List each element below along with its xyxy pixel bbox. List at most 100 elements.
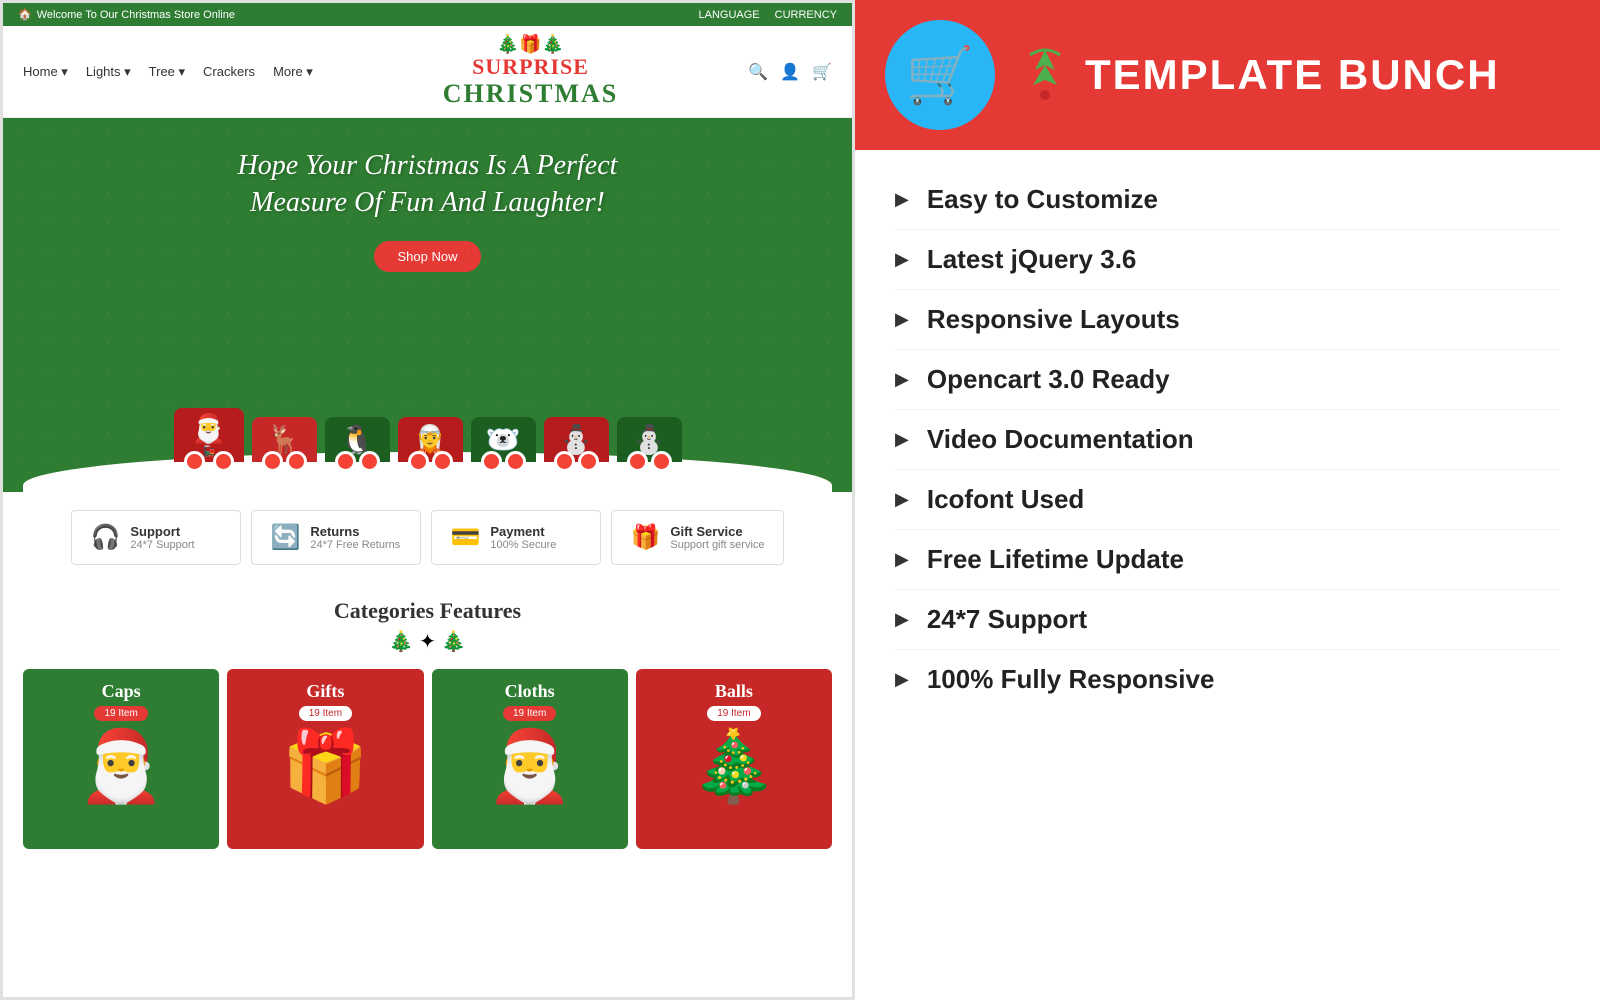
cat-caps-title: Caps — [102, 681, 141, 702]
cat-caps-count: 19 Item — [94, 706, 147, 721]
service-gift-title: Gift Service — [670, 524, 764, 539]
train-car-1: 🦌 — [252, 417, 317, 462]
characters-scene: 🎅 🚂 🦌 🐧 🧝 🐻‍❄️ ⛄ — [23, 292, 832, 492]
service-returns: 🔄 Returns 24*7 Free Returns — [251, 510, 421, 565]
search-icon[interactable]: 🔍 — [748, 62, 768, 82]
feature-lifetime-update-text: Free Lifetime Update — [927, 544, 1184, 575]
arrow-icon-8: ▶ — [895, 609, 909, 630]
feature-customize: ▶ Easy to Customize — [895, 170, 1560, 230]
service-returns-text: Returns 24*7 Free Returns — [310, 524, 400, 551]
categories-title: Categories Features — [23, 598, 832, 624]
brand-logo-leaves — [1015, 45, 1075, 105]
service-payment: 💳 Payment 100% Secure — [431, 510, 601, 565]
nav-icons: 🔍 👤 🛒 — [748, 62, 832, 82]
train-car-3: 🧝 — [398, 417, 463, 462]
categories-section: Categories Features 🎄 ✦ 🎄 Caps 19 Item 🎅… — [3, 583, 852, 864]
arrow-icon-5: ▶ — [895, 429, 909, 450]
cat-gifts-emoji: 🎁 — [282, 726, 369, 808]
brand-area: TEMPLATE BUNCH — [1015, 45, 1500, 105]
cat-cloths-emoji: 🎅 — [486, 726, 573, 808]
feature-support-text: 24*7 Support — [927, 604, 1087, 635]
nav-links: Home ▾ Lights ▾ Tree ▾ Crackers More ▾ — [23, 64, 313, 80]
logo-line2: CHRISTMAS — [443, 79, 618, 109]
currency-selector[interactable]: CURRENCY — [775, 9, 837, 21]
hero-section: Hope Your Christmas Is A Perfect Measure… — [3, 118, 852, 492]
feature-video-docs: ▶ Video Documentation — [895, 410, 1560, 470]
topbar-right: LANGUAGE CURRENCY — [699, 9, 837, 21]
train-engine: 🎅 🚂 — [174, 408, 244, 462]
cat-balls-title: Balls — [715, 681, 753, 702]
right-panel: 🛒 TEMPLATE BUNCH ▶ Easy to Custo — [855, 0, 1600, 1000]
nav-lights[interactable]: Lights ▾ — [86, 64, 131, 80]
train-car-6: ⛄ — [617, 417, 682, 462]
feature-responsive: ▶ Responsive Layouts — [895, 290, 1560, 350]
arrow-icon-7: ▶ — [895, 549, 909, 570]
arrow-icon-9: ▶ — [895, 669, 909, 690]
logo-line1: SURPRISE — [443, 55, 618, 79]
shopping-cart-icon: 🛒 — [906, 43, 974, 108]
cat-gifts-title: Gifts — [306, 681, 344, 702]
train-car-4: 🐻‍❄️ — [471, 417, 536, 462]
gift-icon: 🎁 — [630, 523, 660, 552]
feature-jquery-text: Latest jQuery 3.6 — [927, 244, 1137, 275]
features-list: ▶ Easy to Customize ▶ Latest jQuery 3.6 … — [855, 150, 1600, 1000]
train-car-5: ⛄ — [544, 417, 609, 462]
cat-gifts-count: 19 Item — [299, 706, 352, 721]
support-icon: 🎧 — [90, 523, 120, 552]
service-payment-sub: 100% Secure — [490, 539, 556, 551]
cat-caps-emoji: 🎅 — [78, 726, 165, 808]
feature-fully-responsive-text: 100% Fully Responsive — [927, 664, 1215, 695]
service-support-title: Support — [130, 524, 194, 539]
arrow-icon-1: ▶ — [895, 189, 909, 210]
categories-grid: Caps 19 Item 🎅 Gifts 19 Item 🎁 Cloths 19… — [23, 669, 832, 849]
feature-icofont: ▶ Icofont Used — [895, 470, 1560, 530]
feature-lifetime-update: ▶ Free Lifetime Update — [895, 530, 1560, 590]
brand-logo-svg — [1015, 45, 1075, 105]
service-support: 🎧 Support 24*7 Support — [71, 510, 241, 565]
nav-crackers[interactable]: Crackers — [203, 64, 255, 80]
service-returns-sub: 24*7 Free Returns — [310, 539, 400, 551]
service-returns-title: Returns — [310, 524, 400, 539]
returns-icon: 🔄 — [270, 523, 300, 552]
cart-icon[interactable]: 🛒 — [812, 62, 832, 82]
category-balls[interactable]: Balls 19 Item 🎄 — [636, 669, 832, 849]
nav-tree[interactable]: Tree ▾ — [149, 64, 185, 80]
feature-opencart-text: Opencart 3.0 Ready — [927, 364, 1170, 395]
feature-opencart: ▶ Opencart 3.0 Ready — [895, 350, 1560, 410]
website-preview: 🏠 Welcome To Our Christmas Store Online … — [0, 0, 855, 1000]
topbar-welcome-text: Welcome To Our Christmas Store Online — [37, 9, 235, 21]
cat-cloths-title: Cloths — [505, 681, 555, 702]
arrow-icon-3: ▶ — [895, 309, 909, 330]
language-selector[interactable]: LANGUAGE — [699, 9, 760, 21]
category-caps[interactable]: Caps 19 Item 🎅 — [23, 669, 219, 849]
navbar: Home ▾ Lights ▾ Tree ▾ Crackers More ▾ 🎄… — [3, 26, 852, 118]
brand-header: 🛒 TEMPLATE BUNCH — [855, 0, 1600, 150]
service-gift-sub: Support gift service — [670, 539, 764, 551]
topbar-left: 🏠 Welcome To Our Christmas Store Online — [18, 8, 235, 21]
categories-divider: 🎄 ✦ 🎄 — [23, 629, 832, 654]
nav-more[interactable]: More ▾ — [273, 64, 313, 80]
user-icon[interactable]: 👤 — [780, 62, 800, 82]
top-bar: 🏠 Welcome To Our Christmas Store Online … — [3, 3, 852, 26]
home-icon: 🏠 — [18, 8, 32, 21]
service-support-sub: 24*7 Support — [130, 539, 194, 551]
service-support-text: Support 24*7 Support — [130, 524, 194, 551]
cat-balls-emoji: 🎄 — [690, 726, 777, 808]
category-gifts[interactable]: Gifts 19 Item 🎁 — [227, 669, 423, 849]
logo: 🎄🎁🎄 SURPRISE CHRISTMAS — [443, 34, 618, 109]
service-payment-title: Payment — [490, 524, 556, 539]
feature-customize-text: Easy to Customize — [927, 184, 1158, 215]
service-gift-text: Gift Service Support gift service — [670, 524, 764, 551]
feature-jquery: ▶ Latest jQuery 3.6 — [895, 230, 1560, 290]
feature-video-docs-text: Video Documentation — [927, 424, 1194, 455]
service-gift: 🎁 Gift Service Support gift service — [611, 510, 783, 565]
cat-balls-count: 19 Item — [707, 706, 760, 721]
category-cloths[interactable]: Cloths 19 Item 🎅 — [432, 669, 628, 849]
cart-icon-circle: 🛒 — [885, 20, 995, 130]
nav-home[interactable]: Home ▾ — [23, 64, 68, 80]
feature-icofont-text: Icofont Used — [927, 484, 1084, 515]
feature-fully-responsive: ▶ 100% Fully Responsive — [895, 650, 1560, 709]
character-row: 🎅 🚂 🦌 🐧 🧝 🐻‍❄️ ⛄ — [174, 408, 682, 492]
service-payment-text: Payment 100% Secure — [490, 524, 556, 551]
arrow-icon-2: ▶ — [895, 249, 909, 270]
